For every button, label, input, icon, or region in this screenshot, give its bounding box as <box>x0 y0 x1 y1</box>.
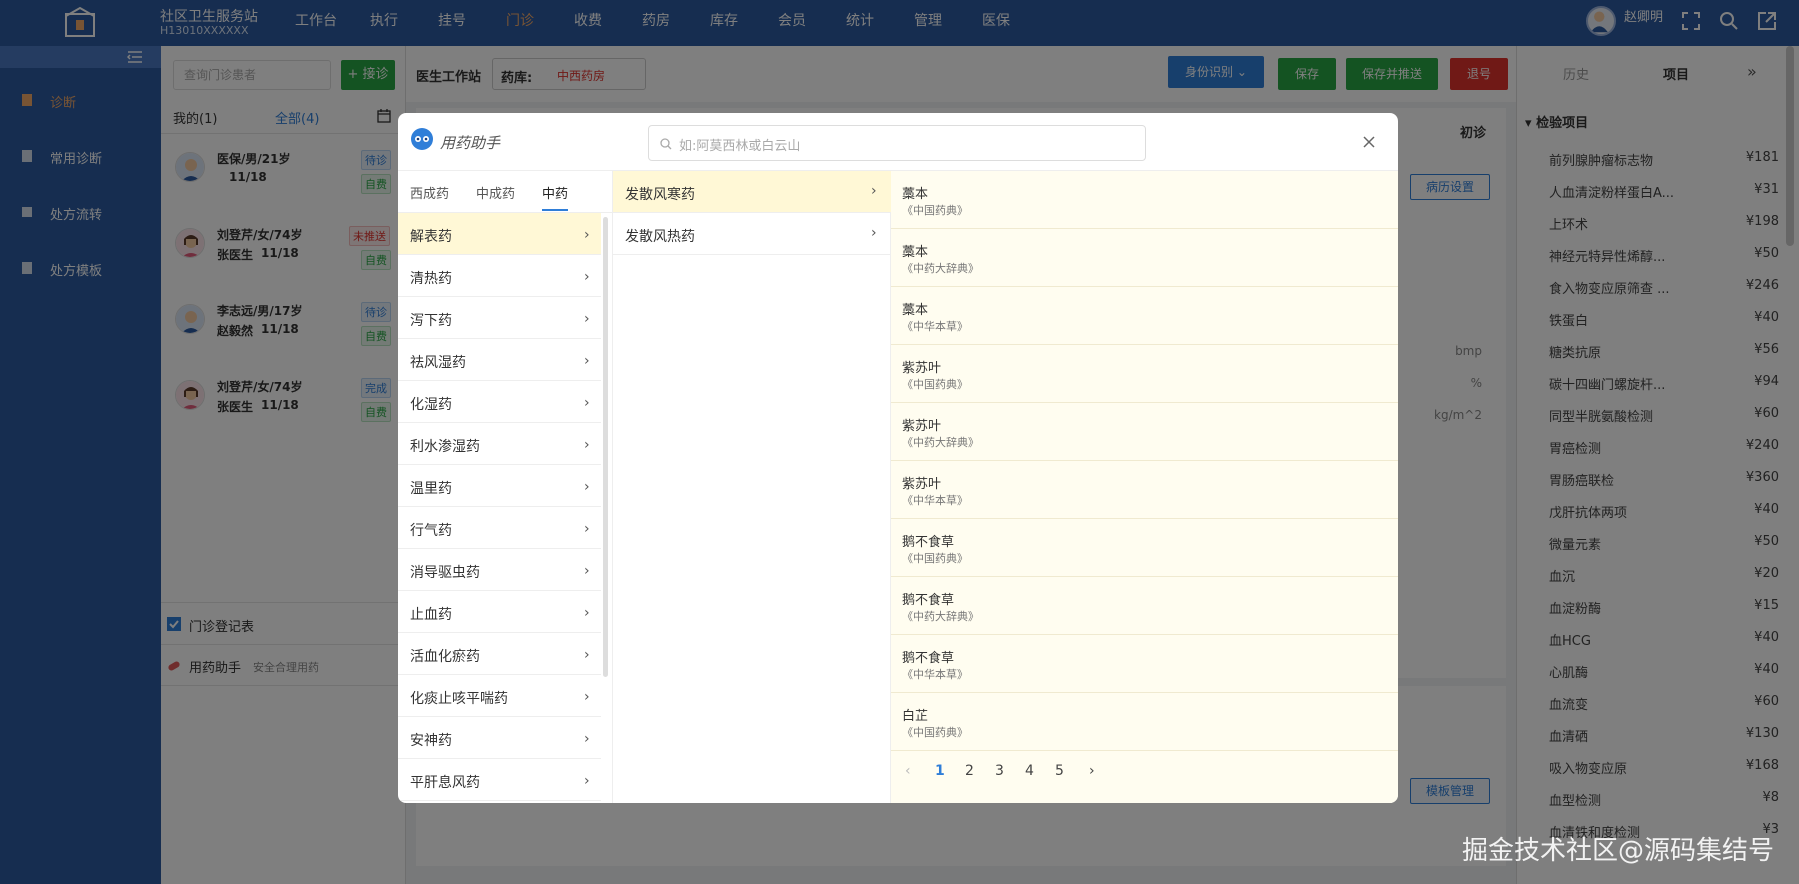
page-3[interactable]: 3 <box>995 763 1004 779</box>
modal-header: 用药助手 如:阿莫西林或白云山 <box>398 113 1398 171</box>
chevron-right-icon: › <box>584 311 590 327</box>
page-5[interactable]: 5 <box>1055 763 1064 779</box>
category-item[interactable]: 祛风湿药 › <box>398 339 601 381</box>
chevron-right-icon: › <box>584 395 590 411</box>
herb-item[interactable]: 藁本 《中国药典》 <box>891 171 1398 229</box>
category-item[interactable]: 消导驱虫药 › <box>398 549 601 591</box>
chevron-right-icon: › <box>584 647 590 663</box>
category-item[interactable]: 化痰止咳平喘药 › <box>398 675 601 717</box>
drug-search-placeholder: 如:阿莫西林或白云山 <box>679 139 801 154</box>
category-item[interactable]: 行气药 › <box>398 507 601 549</box>
chevron-right-icon: › <box>871 225 877 241</box>
chevron-right-icon: › <box>584 689 590 705</box>
herb-item[interactable]: 紫苏叶 《中华本草》 <box>891 461 1398 519</box>
category-item[interactable]: 泻下药 › <box>398 297 601 339</box>
chevron-right-icon: › <box>584 773 590 789</box>
page-2[interactable]: 2 <box>965 763 974 779</box>
herb-item[interactable]: 鹅不食草 《中药大辞典》 <box>891 577 1398 635</box>
category-item[interactable]: 利水渗湿药 › <box>398 423 601 465</box>
herb-item[interactable]: 鹅不食草 《中华本草》 <box>891 635 1398 693</box>
category-item[interactable]: 平肝息风药 › <box>398 759 601 801</box>
herb-item[interactable]: 紫苏叶 《中药大辞典》 <box>891 403 1398 461</box>
chevron-right-icon: › <box>584 563 590 579</box>
pagination: ‹ 1 2 3 4 5 › <box>891 751 1398 791</box>
tab-chinese-herbal[interactable]: 中药 <box>542 183 568 202</box>
subcategory-item[interactable]: 发散风热药 › <box>613 213 891 255</box>
category-item[interactable]: 清热药 › <box>398 255 601 297</box>
page-4[interactable]: 4 <box>1025 763 1034 779</box>
chevron-right-icon: › <box>584 353 590 369</box>
herb-item[interactable]: 鹅不食草 《中国药典》 <box>891 519 1398 577</box>
category-column: 西成药 中成药 中药 解表药 › 清热药 › 泻下药 › 祛风湿药 › 化湿药 › 利水渗… <box>398 171 613 803</box>
close-icon[interactable] <box>1362 135 1376 149</box>
tab-western-medicine[interactable]: 西成药 <box>410 183 449 202</box>
search-icon <box>660 138 672 150</box>
category-item[interactable]: 解表药 › <box>398 213 601 255</box>
chevron-right-icon: › <box>584 269 590 285</box>
chevron-right-icon: › <box>584 521 590 537</box>
watermark: 掘金技术社区@源码集结号 <box>1462 836 1775 866</box>
category-item[interactable]: 温里药 › <box>398 465 601 507</box>
herb-item[interactable]: 藁本 《中药大辞典》 <box>891 229 1398 287</box>
category-scrollbar[interactable] <box>603 217 608 677</box>
drug-search-input[interactable]: 如:阿莫西林或白云山 <box>648 125 1146 161</box>
category-item[interactable]: 止血药 › <box>398 591 601 633</box>
prev-page-icon[interactable]: ‹ <box>905 763 911 779</box>
modal-title: 用药助手 <box>440 134 501 152</box>
assistant-logo-icon <box>411 128 433 150</box>
chevron-right-icon: › <box>584 437 590 453</box>
category-item[interactable]: 化湿药 › <box>398 381 601 423</box>
chevron-right-icon: › <box>584 605 590 621</box>
herb-item[interactable]: 藁本 《中华本草》 <box>891 287 1398 345</box>
tab-chinese-patent-medicine[interactable]: 中成药 <box>476 183 515 202</box>
herb-list: 藁本 《中国药典》 藁本 《中药大辞典》 藁本 《中华本草》 紫苏叶 《中国药典》 紫苏… <box>891 171 1398 803</box>
chevron-right-icon: › <box>584 227 590 243</box>
next-page-icon[interactable]: › <box>1089 763 1095 779</box>
active-tab-indicator <box>542 209 568 211</box>
drug-type-tabs: 西成药 中成药 中药 <box>398 171 613 213</box>
herb-item[interactable]: 白芷 《中国药典》 <box>891 693 1398 751</box>
subcategory-item[interactable]: 发散风寒药 › <box>613 171 891 213</box>
chevron-right-icon: › <box>584 479 590 495</box>
subcategory-column: 发散风寒药 › 发散风热药 › <box>613 171 891 803</box>
herb-item[interactable]: 紫苏叶 《中国药典》 <box>891 345 1398 403</box>
page-1[interactable]: 1 <box>935 763 945 779</box>
chevron-right-icon: › <box>584 731 590 747</box>
category-item[interactable]: 安神药 › <box>398 717 601 759</box>
category-item[interactable]: 活血化瘀药 › <box>398 633 601 675</box>
medication-assistant-modal: 用药助手 如:阿莫西林或白云山 西成药 中成药 中药 解表药 › 清热药 › 泻下药… <box>398 113 1398 803</box>
chevron-right-icon: › <box>871 183 877 199</box>
